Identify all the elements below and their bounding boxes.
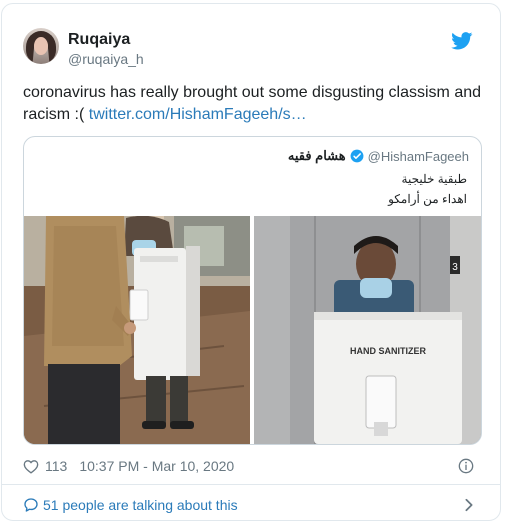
- photo-right[interactable]: 3 HAND SANITIZER: [254, 216, 481, 444]
- tweet-meta: 113 10:37 PM - Mar 10, 2020: [23, 458, 234, 474]
- quoted-text-line-1: طبقية خليجية: [401, 172, 467, 186]
- quoted-author-name: هشام فقيه: [287, 148, 346, 163]
- info-icon[interactable]: [458, 458, 474, 474]
- like-count[interactable]: 113: [45, 458, 67, 474]
- author-name[interactable]: Ruqaiya: [68, 31, 130, 49]
- photo-left[interactable]: [24, 216, 250, 444]
- conversation-link[interactable]: 51 people are talking about this: [23, 497, 238, 513]
- verified-badge-icon: [350, 149, 364, 163]
- speech-bubble-icon: [24, 498, 38, 512]
- conversation-label[interactable]: 51 people are talking about this: [43, 497, 238, 513]
- footer-divider: [2, 484, 500, 485]
- heart-icon[interactable]: [23, 459, 39, 474]
- quoted-text-line-2: اهداء من أرامكو: [388, 192, 467, 206]
- twitter-bird-icon[interactable]: [451, 32, 473, 50]
- embedded-tweet-card: Ruqaiya @ruqaiya_h coronavirus has reall…: [1, 3, 501, 521]
- quoted-tweet-header: هشام فقيه @HishamFageeh: [288, 148, 469, 164]
- avatar[interactable]: [23, 28, 59, 64]
- tweet-text: coronavirus has really brought out some …: [23, 82, 491, 126]
- tweet-link[interactable]: twitter.com/HishamFageeh/s…: [89, 106, 307, 123]
- floor-number: 3: [452, 262, 458, 273]
- chevron-right-icon[interactable]: [464, 498, 474, 512]
- quoted-photos: 3 HAND SANITIZER: [24, 216, 481, 444]
- quoted-author-handle: @HishamFageeh: [367, 148, 469, 164]
- author-handle[interactable]: @ruqaiya_h: [68, 51, 144, 67]
- quoted-tweet[interactable]: هشام فقيه @HishamFageeh طبقية خليجية اهد…: [23, 136, 482, 445]
- hand-sanitizer-sign: HAND SANITIZER: [350, 346, 426, 356]
- timestamp[interactable]: 10:37 PM - Mar 10, 2020: [79, 458, 234, 474]
